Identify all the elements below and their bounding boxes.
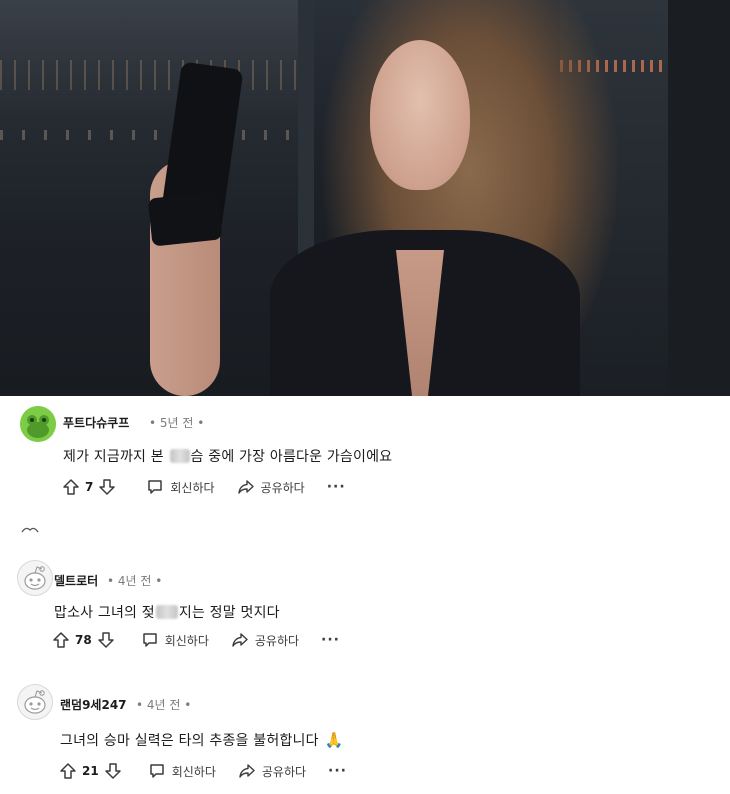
- figure-face: [370, 40, 470, 190]
- downvote-icon[interactable]: [97, 631, 115, 649]
- time-label: 4년 전: [146, 698, 181, 712]
- folded-hands-emoji: 🙏: [324, 731, 344, 749]
- timestamp: • 4년 전 •: [107, 572, 162, 589]
- comment-text-part: 제가 지금까지 본: [63, 449, 169, 465]
- downvote-icon[interactable]: [104, 762, 122, 780]
- share-arrow-icon: [239, 764, 255, 778]
- share-button[interactable]: 공유하다: [231, 631, 299, 649]
- video-still[interactable]: [0, 0, 730, 396]
- collapsed-thread-icon[interactable]: [20, 519, 40, 533]
- share-button[interactable]: 공유하다: [237, 478, 305, 496]
- separator: •: [197, 416, 205, 430]
- avatar[interactable]: [20, 406, 56, 442]
- vote-group: 21: [59, 762, 122, 780]
- upvote-icon[interactable]: [52, 631, 70, 649]
- comment-text: 맙소사 그녀의 젖 지는 정말 멋지다: [54, 602, 280, 622]
- vote-count: 78: [75, 633, 92, 647]
- avatar[interactable]: [17, 560, 53, 596]
- avatar[interactable]: [17, 684, 53, 720]
- username[interactable]: 델트로터: [54, 572, 98, 589]
- separator: •: [136, 698, 144, 712]
- handgun-grip: [147, 191, 223, 247]
- chat-bubble-icon: [142, 633, 157, 647]
- snoo-avatar-icon: [24, 566, 46, 590]
- time-label: 4년 전: [117, 574, 152, 588]
- comment-actions: 78 회신하다 공유하다 ···: [52, 629, 340, 651]
- more-options-button[interactable]: ···: [328, 763, 347, 779]
- upvote-icon[interactable]: [62, 478, 80, 496]
- snoo-avatar-icon: [24, 690, 46, 714]
- frog-avatar-icon: [20, 406, 56, 442]
- vote-count: 21: [82, 764, 99, 778]
- reply-label: 회신하다: [171, 764, 216, 779]
- share-arrow-icon: [237, 480, 254, 494]
- share-label: 공유하다: [254, 633, 300, 648]
- reply-button[interactable]: 회신하다: [148, 762, 216, 780]
- timestamp: • 4년 전 •: [136, 696, 191, 713]
- separator: •: [107, 574, 115, 588]
- comment-1: 푸트다슈쿠프 • 5년 전 • 제가 지금까지 본 슴 중에 가장 아름다운 가…: [0, 396, 730, 506]
- comment-3: 랜덤9세247 • 4년 전 • 그녀의 승마 실력은 타의 추종을 불허합니다…: [0, 672, 730, 794]
- username[interactable]: 푸트다슈쿠프: [63, 414, 129, 431]
- more-options-button[interactable]: ···: [327, 479, 346, 495]
- share-label: 공유하다: [260, 480, 305, 495]
- downvote-icon[interactable]: [98, 478, 116, 496]
- city-lights-low: [0, 130, 300, 140]
- vote-group: 7: [62, 478, 116, 496]
- censored-blur: [155, 605, 178, 619]
- chat-bubble-icon: [149, 764, 164, 778]
- comment-actions: 7 회신하다 공유하다 ···: [62, 476, 346, 498]
- share-arrow-icon: [232, 633, 248, 647]
- comment-2: 델트로터 • 4년 전 • 맙소사 그녀의 젖 지는 정말 멋지다 78 회신하다: [0, 550, 730, 660]
- vote-group: 78: [52, 631, 115, 649]
- chat-bubble-icon: [148, 480, 163, 494]
- reply-label: 회신하다: [170, 480, 215, 495]
- more-options-button[interactable]: ···: [321, 632, 340, 648]
- window-frame-right: [668, 0, 730, 396]
- separator: •: [155, 574, 163, 588]
- share-label: 공유하다: [261, 764, 307, 779]
- reply-button[interactable]: 회신하다: [146, 478, 215, 496]
- reply-label: 회신하다: [164, 633, 209, 648]
- comment-text: 제가 지금까지 본 슴 중에 가장 아름다운 가슴이에요: [63, 446, 392, 466]
- vote-count: 7: [85, 480, 94, 494]
- city-lights: [0, 60, 300, 90]
- timestamp: • 5년 전 •: [149, 414, 204, 431]
- censored-blur: [169, 449, 190, 463]
- upvote-icon[interactable]: [59, 762, 77, 780]
- comment-text-part: 지는 정말 멋지다: [178, 605, 280, 621]
- share-button[interactable]: 공유하다: [238, 762, 306, 780]
- comment-text-part: 그녀의 승마 실력은 타의 추종을 불허합니다: [60, 733, 319, 749]
- time-label: 5년 전: [159, 416, 194, 430]
- separator: •: [149, 416, 157, 430]
- reply-button[interactable]: 회신하다: [141, 631, 209, 649]
- comment-text-part: 맙소사 그녀의 젖: [54, 605, 155, 621]
- comment-actions: 21 회신하다 공유하다 ···: [59, 760, 347, 782]
- separator: •: [184, 698, 192, 712]
- comment-text-part: 슴 중에 가장 아름다운 가슴이에요: [190, 449, 393, 465]
- username[interactable]: 랜덤9세247: [60, 696, 127, 713]
- comment-text: 그녀의 승마 실력은 타의 추종을 불허합니다 🙏: [60, 730, 344, 750]
